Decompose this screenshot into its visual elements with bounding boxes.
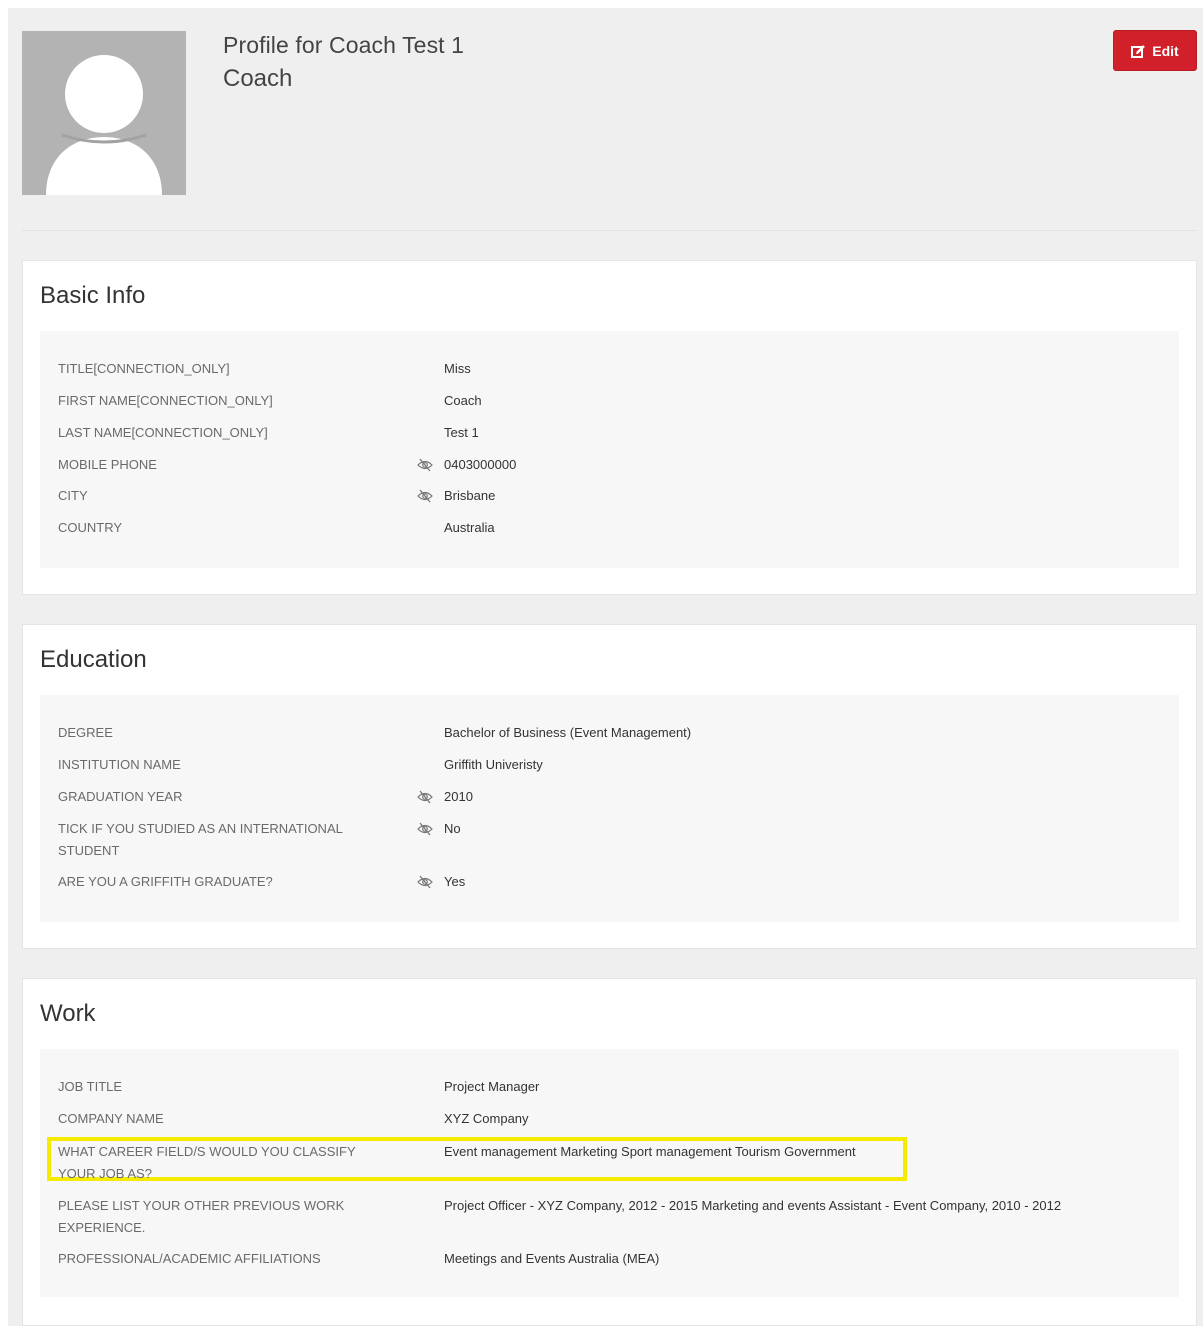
field-label-line: EXPERIENCE.	[58, 1220, 146, 1235]
field-value: Griffith Univeristy	[444, 757, 543, 772]
eye-slash-icon[interactable]	[417, 457, 433, 473]
field-value: 2010	[444, 789, 473, 804]
field-label: INSTITUTION NAME	[58, 757, 181, 772]
field-value: Yes	[444, 874, 466, 889]
work-body: JOB TITLE Project Manager COMPANY NAME X…	[40, 1049, 1179, 1297]
avatar	[22, 31, 186, 195]
field-label: PROFESSIONAL/ACADEMIC AFFILIATIONS	[58, 1251, 321, 1266]
field-value: Project Manager	[444, 1079, 540, 1094]
field-label: TICK IF YOU STUDIED AS AN INTERNATIONAL …	[58, 818, 398, 862]
education-body: DEGREE Bachelor of Business (Event Manag…	[40, 695, 1179, 922]
basic-info-body: TITLE[CONNECTION_ONLY] Miss FIRST NAME[C…	[40, 331, 1179, 568]
field-label: TITLE[CONNECTION_ONLY]	[58, 361, 230, 376]
field-value: Bachelor of Business (Event Management)	[444, 725, 692, 740]
education-title: Education	[40, 646, 147, 673]
field-value: Coach	[444, 393, 482, 408]
field-label-line: PLEASE LIST YOUR OTHER PREVIOUS WORK	[58, 1198, 345, 1213]
profile-role: Coach	[223, 65, 293, 92]
field-label: MOBILE PHONE	[58, 457, 157, 472]
field-label-line: TICK IF YOU STUDIED AS AN INTERNATIONAL	[58, 821, 343, 836]
field-value: No	[444, 821, 461, 836]
field-value: Miss	[444, 361, 471, 376]
edit-icon	[1131, 44, 1146, 58]
field-label: FIRST NAME[CONNECTION_ONLY]	[58, 393, 273, 408]
eye-slash-icon[interactable]	[417, 874, 433, 890]
field-label: COMPANY NAME	[58, 1111, 164, 1126]
field-value: Event management Marketing Sport managem…	[444, 1144, 856, 1159]
field-label-line: STUDENT	[58, 843, 120, 858]
field-value: Meetings and Events Australia (MEA)	[444, 1251, 660, 1266]
basic-info-title: Basic Info	[40, 282, 146, 309]
field-value: 0403000000	[444, 457, 517, 472]
edit-button-label: Edit	[1152, 42, 1179, 59]
basic-info-card: Basic Info TITLE[CONNECTION_ONLY] Miss F…	[22, 260, 1197, 595]
profile-page: Profile for Coach Test 1 Coach Edit Basi…	[8, 8, 1203, 1326]
field-label: JOB TITLE	[58, 1079, 123, 1094]
field-label: DEGREE	[58, 725, 113, 740]
field-label: CITY	[58, 488, 88, 503]
field-label: GRADUATION YEAR	[58, 789, 183, 804]
header-divider	[22, 230, 1197, 231]
page-title: Profile for Coach Test 1	[223, 32, 465, 58]
eye-slash-icon[interactable]	[417, 488, 433, 504]
eye-slash-icon[interactable]	[417, 821, 433, 837]
field-label: WHAT CAREER FIELD/S WOULD YOU CLASSIFY Y…	[58, 1141, 398, 1185]
eye-slash-icon[interactable]	[417, 789, 433, 805]
field-value: XYZ Company	[444, 1111, 529, 1126]
field-label: PLEASE LIST YOUR OTHER PREVIOUS WORK EXP…	[58, 1195, 398, 1239]
work-title: Work	[40, 1000, 96, 1027]
field-label-line: YOUR JOB AS?	[58, 1166, 152, 1181]
field-value: Brisbane	[444, 488, 496, 503]
work-card: Work JOB TITLE Project Manager COMPANY N…	[22, 978, 1197, 1326]
education-card: Education DEGREE Bachelor of Business (E…	[22, 624, 1197, 949]
field-label: ARE YOU A GRIFFITH GRADUATE?	[58, 874, 273, 889]
field-value: Australia	[444, 520, 495, 535]
field-label: COUNTRY	[58, 520, 123, 535]
field-value: Project Officer - XYZ Company, 2012 - 20…	[444, 1198, 1062, 1213]
field-value: Test 1	[444, 425, 479, 440]
edit-button[interactable]: Edit	[1113, 30, 1197, 71]
field-label-line: WHAT CAREER FIELD/S WOULD YOU CLASSIFY	[58, 1144, 356, 1159]
field-label: LAST NAME[CONNECTION_ONLY]	[58, 425, 268, 440]
